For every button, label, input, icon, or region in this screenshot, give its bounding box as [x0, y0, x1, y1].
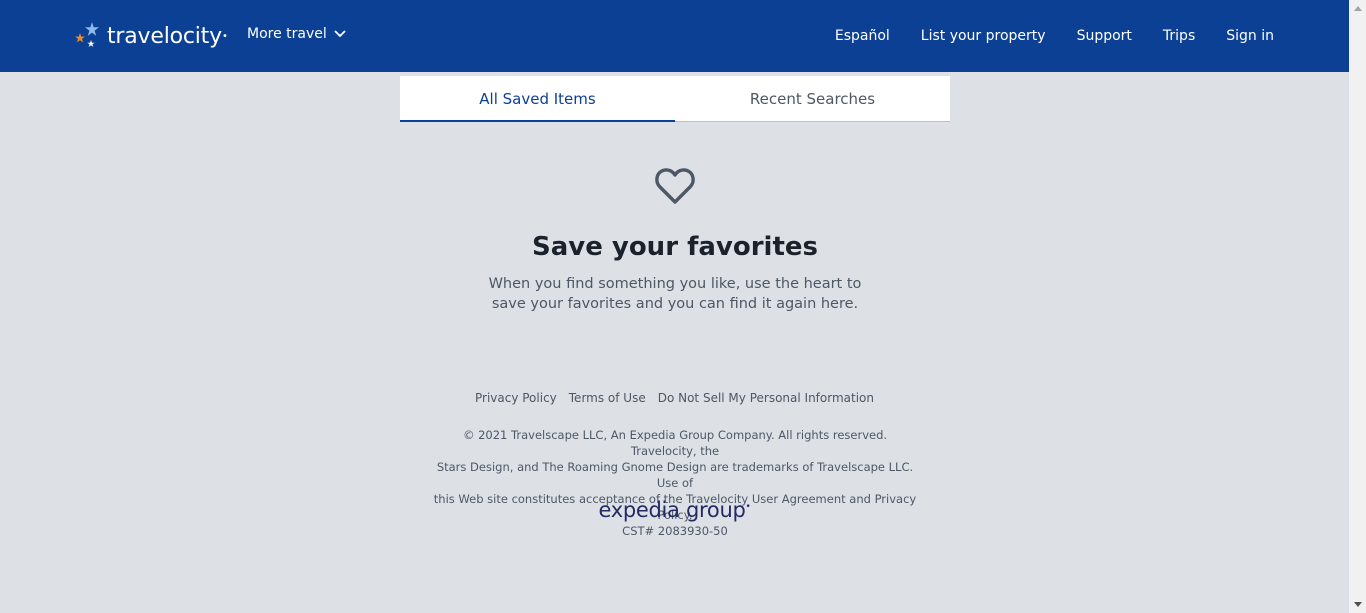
brand-text: expedia group [598, 498, 746, 522]
chevron-down-icon [334, 30, 346, 38]
legal-line: © 2021 Travelscape LLC, An Expedia Group… [462, 428, 888, 458]
empty-state-description: When you find something you like, use th… [488, 276, 862, 312]
terms-of-use-link[interactable]: Terms of Use [569, 391, 646, 405]
expedia-group-logo: expedia group• [0, 498, 1349, 522]
header-nav: Español List your property Support Trips… [804, 26, 1274, 46]
nav-espanol-link[interactable]: Español [835, 26, 890, 46]
more-travel-menu[interactable]: More travel [247, 26, 346, 42]
stars-logo-icon [75, 22, 99, 47]
nav-trips-link[interactable]: Trips [1163, 26, 1195, 46]
privacy-policy-link[interactable]: Privacy Policy [475, 391, 557, 405]
nav-list-property-link[interactable]: List your property [921, 26, 1046, 46]
legal-text: © 2021 Travelscape LLC, An Expedia Group… [432, 427, 918, 539]
brand-dot: • [745, 502, 751, 512]
empty-state-title: Save your favorites [531, 232, 819, 262]
heart-icon [655, 168, 695, 204]
nav-sign-in-link[interactable]: Sign in [1226, 26, 1274, 46]
legal-line: CST# 2083930-50 [622, 524, 728, 538]
saved-tabs: All Saved Items Recent Searches [400, 76, 950, 122]
vertical-scrollbar[interactable] [1349, 0, 1366, 613]
tab-recent-searches[interactable]: Recent Searches [675, 76, 950, 121]
more-travel-label: More travel [247, 26, 327, 42]
tab-all-saved-items[interactable]: All Saved Items [400, 76, 675, 122]
travelocity-logo[interactable]: travelocity • [74, 18, 228, 54]
scroll-down-arrow-icon[interactable] [1349, 596, 1366, 613]
footer-links: Privacy Policy Terms of Use Do Not Sell … [0, 391, 1349, 405]
logo-text: travelocity [107, 23, 222, 49]
header: travelocity • More travel Español List yo… [0, 0, 1349, 72]
scroll-up-arrow-icon[interactable] [1349, 0, 1366, 17]
empty-state: Save your favorites When you find someth… [400, 166, 950, 314]
nav-support-link[interactable]: Support [1077, 26, 1132, 46]
logo-trademark-dot: • [221, 30, 228, 42]
legal-line: Stars Design, and The Roaming Gnome Desi… [436, 460, 914, 490]
do-not-sell-link[interactable]: Do Not Sell My Personal Information [658, 391, 874, 405]
